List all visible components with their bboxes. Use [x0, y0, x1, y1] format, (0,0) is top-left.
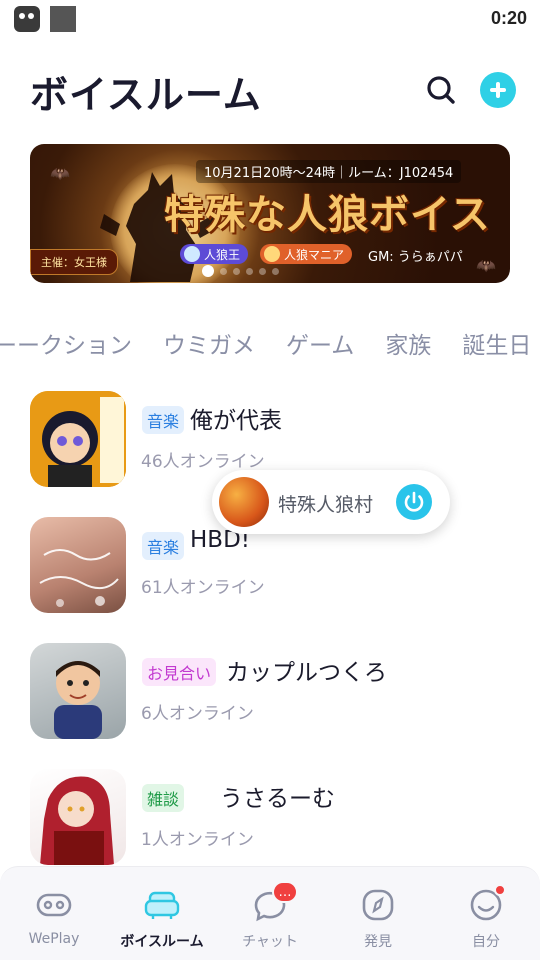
diamond-icon [184, 246, 200, 262]
chat-bubble-icon: … [250, 881, 298, 925]
chat-unread-badge: … [272, 881, 298, 903]
room-tag: 音楽 [142, 406, 185, 434]
banner-gm: GM: うらぁパパ [368, 250, 463, 265]
room-online-count: 46人オンライン [141, 452, 265, 472]
child-photo-image [54, 661, 102, 739]
compass-icon [358, 885, 398, 925]
nav-weplay[interactable]: WePlay [0, 885, 108, 947]
nav-label: 発見 [364, 934, 392, 950]
create-room-button[interactable] [480, 72, 516, 108]
nav-label: 自分 [472, 934, 500, 950]
nav-label: WePlay [28, 931, 80, 947]
leave-room-button[interactable] [396, 484, 432, 520]
carousel-dot[interactable] [246, 268, 253, 275]
page-title: ボイスルーム [30, 73, 262, 117]
carousel-dot[interactable] [220, 268, 227, 275]
category-tab[interactable]: ウミガメ [163, 326, 255, 360]
nav-voice-room[interactable]: ボイスルーム [108, 885, 216, 951]
room-list-item[interactable]: お見合い カップルつくろ 6人オンライン [30, 643, 510, 741]
room-tag: 雑談 [142, 784, 185, 812]
room-name: カップルつくろ [226, 660, 387, 686]
room-tag: お見合い [142, 658, 217, 686]
notification-square-icon [50, 6, 76, 32]
carousel-indicator [202, 260, 285, 279]
room-thumbnail [30, 517, 126, 613]
bat-decoration: 🦇 [50, 164, 70, 183]
nav-chat[interactable]: … チャット [216, 881, 324, 951]
carousel-dot[interactable] [259, 268, 266, 275]
nav-discover[interactable]: 発見 [324, 885, 432, 951]
room-thumbnail [30, 643, 126, 739]
sofa-icon [142, 885, 182, 925]
birthday-neon-image [39, 549, 119, 607]
room-list-item[interactable]: 雑談 うさるーむ 1人オンライン [30, 769, 510, 867]
carousel-dot[interactable] [272, 268, 279, 275]
app-notification-icon [14, 6, 40, 32]
current-room-name: 特殊人狼村 [278, 494, 374, 516]
room-tag: 音楽 [142, 532, 185, 560]
bat-decoration: 🦇 [476, 256, 496, 275]
category-tab[interactable]: ゲーム [286, 326, 354, 360]
cartoon-avatar-image [30, 391, 126, 487]
event-banner[interactable]: 🦇 🦇 10月21日20時～24時｜ルーム：J102454 特殊な人狼ボイス 主… [30, 144, 510, 283]
status-time: 0:20 [490, 8, 527, 28]
gamepad-icon [34, 885, 74, 925]
smile-face-icon [466, 884, 506, 925]
search-button[interactable] [424, 73, 458, 107]
category-tab[interactable]: 家族 [385, 326, 431, 360]
room-online-count: 1人オンライン [141, 830, 254, 850]
room-online-count: 61人オンライン [141, 578, 265, 598]
room-online-count: 6人オンライン [141, 704, 254, 724]
carousel-dot[interactable] [202, 265, 214, 277]
nav-label: ボイスルーム [120, 934, 204, 950]
room-name: うさるーむ [220, 786, 335, 812]
banner-title: 特殊な人狼ボイス [164, 191, 491, 238]
category-tab[interactable]: ーークション [0, 326, 132, 360]
nav-label: チャット [242, 934, 298, 950]
nav-profile[interactable]: 自分 [432, 884, 540, 951]
status-bar: 0:20 [0, 0, 540, 38]
search-icon [427, 76, 455, 104]
bottom-nav: WePlay ボイスルーム … チャット 発見 自分 [0, 866, 540, 960]
room-avatar [219, 477, 269, 527]
room-thumbnail [30, 769, 126, 865]
category-tabs: ーークション ウミガメ ゲーム 家族 誕生日 [0, 326, 540, 360]
carousel-dot[interactable] [233, 268, 240, 275]
room-thumbnail [30, 391, 126, 487]
banner-schedule: 10月21日20時～24時｜ルーム：J102454 [196, 160, 462, 183]
power-icon [404, 491, 424, 512]
room-name: 俺が代表 [190, 408, 282, 434]
badge-label: 人狼マニア [284, 248, 345, 262]
profile-notification-dot [494, 884, 506, 896]
category-tab[interactable]: 誕生日 [462, 326, 531, 360]
banner-host: 主催：女王様 [30, 249, 118, 275]
current-room-mini-player[interactable]: 特殊人狼村 [212, 470, 450, 534]
anime-character-image [40, 776, 114, 865]
